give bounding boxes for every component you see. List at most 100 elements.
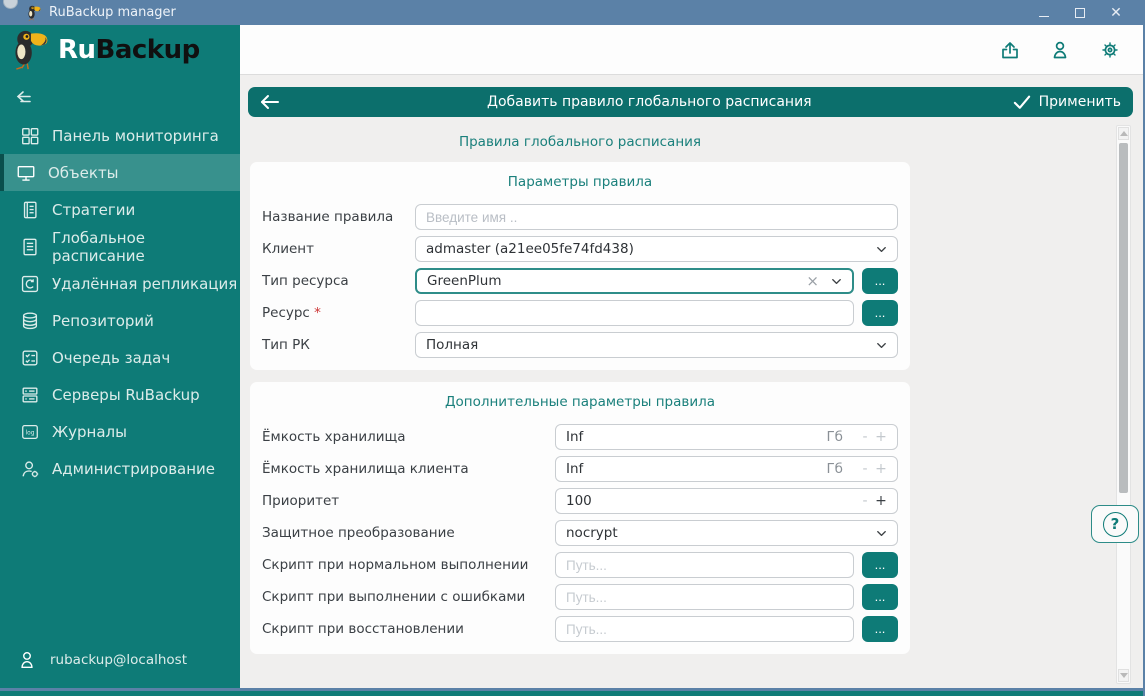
schedule-document-icon <box>20 237 40 257</box>
script-restore-input[interactable] <box>555 616 854 642</box>
scroll-up-button[interactable] <box>1118 127 1129 140</box>
check-icon <box>1013 94 1031 110</box>
toucan-logo-icon <box>10 28 50 72</box>
field-row-client: Клиент admaster (a21ee05fe74fd438) <box>262 236 898 262</box>
field-row-crypto: Защитное преобразование nocrypt <box>262 520 898 546</box>
minus-button[interactable]: - <box>857 429 873 445</box>
sidebar-collapse-button[interactable] <box>0 81 240 113</box>
rule-name-input[interactable] <box>415 204 898 230</box>
client-select[interactable]: admaster (a21ee05fe74fd438) <box>415 236 898 262</box>
field-label: Название правила <box>262 209 415 225</box>
sidebar-item-label: Журналы <box>52 423 127 441</box>
sidebar-item-objects[interactable]: Объекты <box>0 154 240 191</box>
scroll-down-icon <box>1120 673 1128 678</box>
sidebar-item-servers[interactable]: Серверы RuBackup <box>0 376 240 413</box>
sidebar-item-dashboard[interactable]: Панель мониторинга <box>0 117 240 154</box>
client-select-value: admaster (a21ee05fe74fd438) <box>426 241 874 257</box>
card-title: Дополнительные параметры правила <box>262 394 898 410</box>
sidebar-item-repository[interactable]: Репозиторий <box>0 302 240 339</box>
plus-button[interactable]: + <box>873 493 889 509</box>
user-icon <box>1048 38 1072 62</box>
form-content: Добавить правило глобального расписания … <box>240 75 1143 688</box>
sidebar-item-task-queue[interactable]: Очередь задач <box>0 339 240 376</box>
sidebar-item-global-schedule[interactable]: Глобальное расписание <box>0 228 240 265</box>
card-title: Параметры правила <box>262 174 898 190</box>
upload-button[interactable] <box>997 37 1023 63</box>
help-button[interactable]: ? <box>1091 505 1139 543</box>
app-window: RuBackup manager ✕ RuBackup <box>0 0 1145 696</box>
resource-browse-button[interactable]: ... <box>862 300 898 326</box>
field-row-script-error: Скрипт при выполнении с ошибками ... <box>262 584 898 610</box>
settings-gear-icon <box>1098 38 1122 62</box>
priority-stepper[interactable]: 100 - + <box>555 488 898 514</box>
field-label: Защитное преобразование <box>262 525 555 541</box>
topbar <box>240 25 1143 75</box>
sidebar-item-administration[interactable]: Администрирование <box>0 450 240 487</box>
maximize-icon <box>1075 8 1085 18</box>
section-title: Правила глобального расписания <box>250 134 910 150</box>
minus-button[interactable]: - <box>857 461 873 477</box>
admin-user-gear-icon <box>20 459 40 479</box>
script-normal-browse-button[interactable]: ... <box>862 552 898 578</box>
chevron-down-icon <box>874 526 889 541</box>
clear-icon[interactable]: × <box>806 272 819 290</box>
form-title: Добавить правило глобального расписания <box>286 94 1013 110</box>
sidebar-item-label: Удалённая репликация <box>52 275 237 293</box>
maximize-button[interactable] <box>1069 4 1091 22</box>
sidebar: RuBackup Панель мониторинга <box>0 25 240 688</box>
sidebar-item-label: Репозиторий <box>52 312 154 330</box>
window-titlebar: RuBackup manager ✕ <box>0 0 1143 25</box>
script-restore-browse-button[interactable]: ... <box>862 616 898 642</box>
field-row-script-restore: Скрипт при восстановлении ... <box>262 616 898 642</box>
backup-type-select[interactable]: Полная <box>415 332 898 358</box>
window-title: RuBackup manager <box>49 5 176 20</box>
field-label: Тип ресурса <box>262 273 415 289</box>
scrollbar-thumb[interactable] <box>1119 143 1128 493</box>
apply-button[interactable]: Применить <box>1013 94 1121 110</box>
resource-input[interactable] <box>415 300 854 326</box>
chevron-down-icon <box>829 274 844 289</box>
sidebar-item-strategies[interactable]: Стратегии <box>0 191 240 228</box>
resource-type-combobox[interactable]: GreenPlum × <box>415 268 854 294</box>
field-label: Ёмкость хранилища <box>262 429 555 445</box>
rule-parameters-card: Параметры правила Название правила Клиен… <box>250 162 910 370</box>
scroll-down-button[interactable] <box>1118 669 1129 682</box>
resource-type-browse-button[interactable]: ... <box>862 268 898 294</box>
user-login: rubackup@localhost <box>50 652 187 668</box>
client-storage-capacity-stepper[interactable]: Inf Гб - + <box>555 456 898 482</box>
field-label: Скрипт при восстановлении <box>262 621 555 637</box>
sidebar-item-label: Глобальное расписание <box>52 229 240 265</box>
script-error-browse-button[interactable]: ... <box>862 584 898 610</box>
vertical-scrollbar[interactable] <box>1116 125 1131 684</box>
field-label: Приоритет <box>262 493 555 509</box>
back-button[interactable] <box>260 94 286 110</box>
logs-icon: log <box>20 422 40 442</box>
user-icon <box>18 650 36 670</box>
unit-label: Гб <box>826 429 843 445</box>
script-normal-input[interactable] <box>555 552 854 578</box>
plus-button[interactable]: + <box>873 461 889 477</box>
storage-capacity-stepper[interactable]: Inf Гб - + <box>555 424 898 450</box>
settings-button[interactable] <box>1097 37 1123 63</box>
script-error-input[interactable] <box>555 584 854 610</box>
field-row-priority: Приоритет 100 - + <box>262 488 898 514</box>
storage-capacity-value: Inf <box>566 429 826 445</box>
close-icon: ✕ <box>1110 6 1122 20</box>
field-label: Ёмкость хранилища клиента <box>262 461 555 477</box>
user-menu-button[interactable] <box>1047 37 1073 63</box>
minus-button[interactable]: - <box>857 493 873 509</box>
sidebar-item-label: Стратегии <box>52 201 135 219</box>
minimize-button[interactable] <box>1033 4 1055 22</box>
close-button[interactable]: ✕ <box>1105 4 1127 22</box>
plus-button[interactable]: + <box>873 429 889 445</box>
field-label: Скрипт при выполнении с ошибками <box>262 589 555 605</box>
sidebar-item-logs[interactable]: log Журналы <box>0 413 240 450</box>
dashboard-icon <box>20 126 40 146</box>
scroll-up-icon <box>1120 131 1128 136</box>
svg-text:log: log <box>26 430 35 436</box>
sidebar-item-remote-replication[interactable]: Удалённая репликация <box>0 265 240 302</box>
crypto-select[interactable]: nocrypt <box>555 520 898 546</box>
apply-label: Применить <box>1039 94 1121 110</box>
field-row-resource: Ресурс * ... <box>262 300 898 326</box>
field-row-resource-type: Тип ресурса GreenPlum × ... <box>262 268 898 294</box>
